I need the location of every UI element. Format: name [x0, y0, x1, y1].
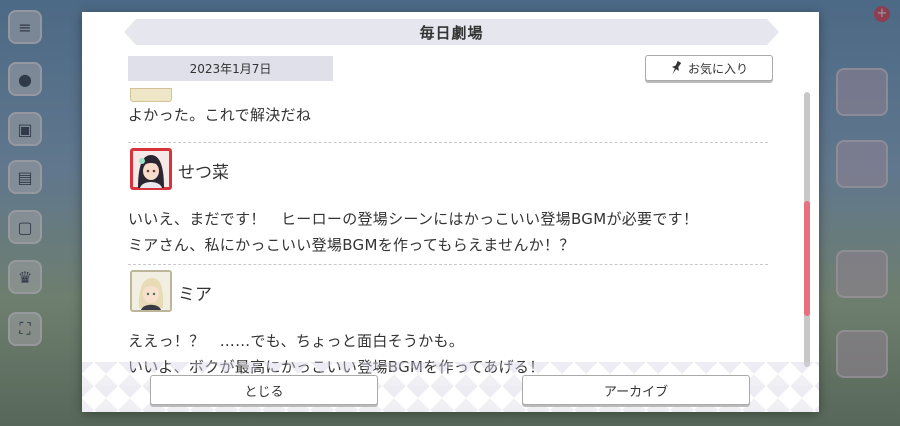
avatar-setsuna [130, 148, 172, 190]
theater-scroll-area[interactable]: よかった。これで解決だね せつ菜 いいえ、まだです！ ヒーローの登場シーンにはか… [128, 88, 768, 378]
date-text: 2023年1月7日 [189, 62, 272, 76]
divider [128, 264, 768, 265]
close-label: とじる [244, 384, 284, 400]
title-bar: 毎日劇場 [124, 19, 779, 45]
archive-button[interactable]: アーカイブ [522, 375, 750, 405]
dialogue-line: よかった。これで解決だね [128, 106, 312, 124]
divider [128, 142, 768, 143]
date-label: 2023年1月7日 [128, 56, 333, 81]
archive-label: アーカイブ [603, 384, 669, 400]
avatar-partial [130, 88, 172, 102]
speaker-name: せつ菜 [178, 163, 229, 183]
dialogue-line: ミアさん、私にかっこいい登場BGMを作ってもらえませんか！？ [128, 236, 575, 254]
avatar-mia [130, 270, 172, 312]
dialogue-entry: よかった。これで解決だね [128, 102, 768, 128]
pin-icon [672, 61, 682, 75]
daily-theater-dialog: 毎日劇場 2023年1月7日 お気に入り よかった。これで解決だね せつ菜 いい… [82, 12, 819, 412]
speaker-name: ミア [178, 285, 212, 305]
dialog-title: 毎日劇場 [419, 23, 484, 42]
favorite-label: お気に入り [687, 61, 748, 76]
scrollbar-thumb[interactable] [804, 201, 810, 316]
close-button[interactable]: とじる [150, 375, 378, 405]
dialogue-line: ええっ！？ ……でも、ちょっと面白そうかも。 [128, 332, 465, 350]
dialogue-entry: いいえ、まだです！ ヒーローの登場シーンにはかっこいい登場BGMが必要です！ ミ… [128, 206, 768, 258]
scrollbar[interactable] [804, 92, 810, 367]
dialogue-line: いいえ、まだです！ ヒーローの登場シーンにはかっこいい登場BGMが必要です！ [128, 210, 699, 228]
favorite-button[interactable]: お気に入り [645, 55, 773, 81]
